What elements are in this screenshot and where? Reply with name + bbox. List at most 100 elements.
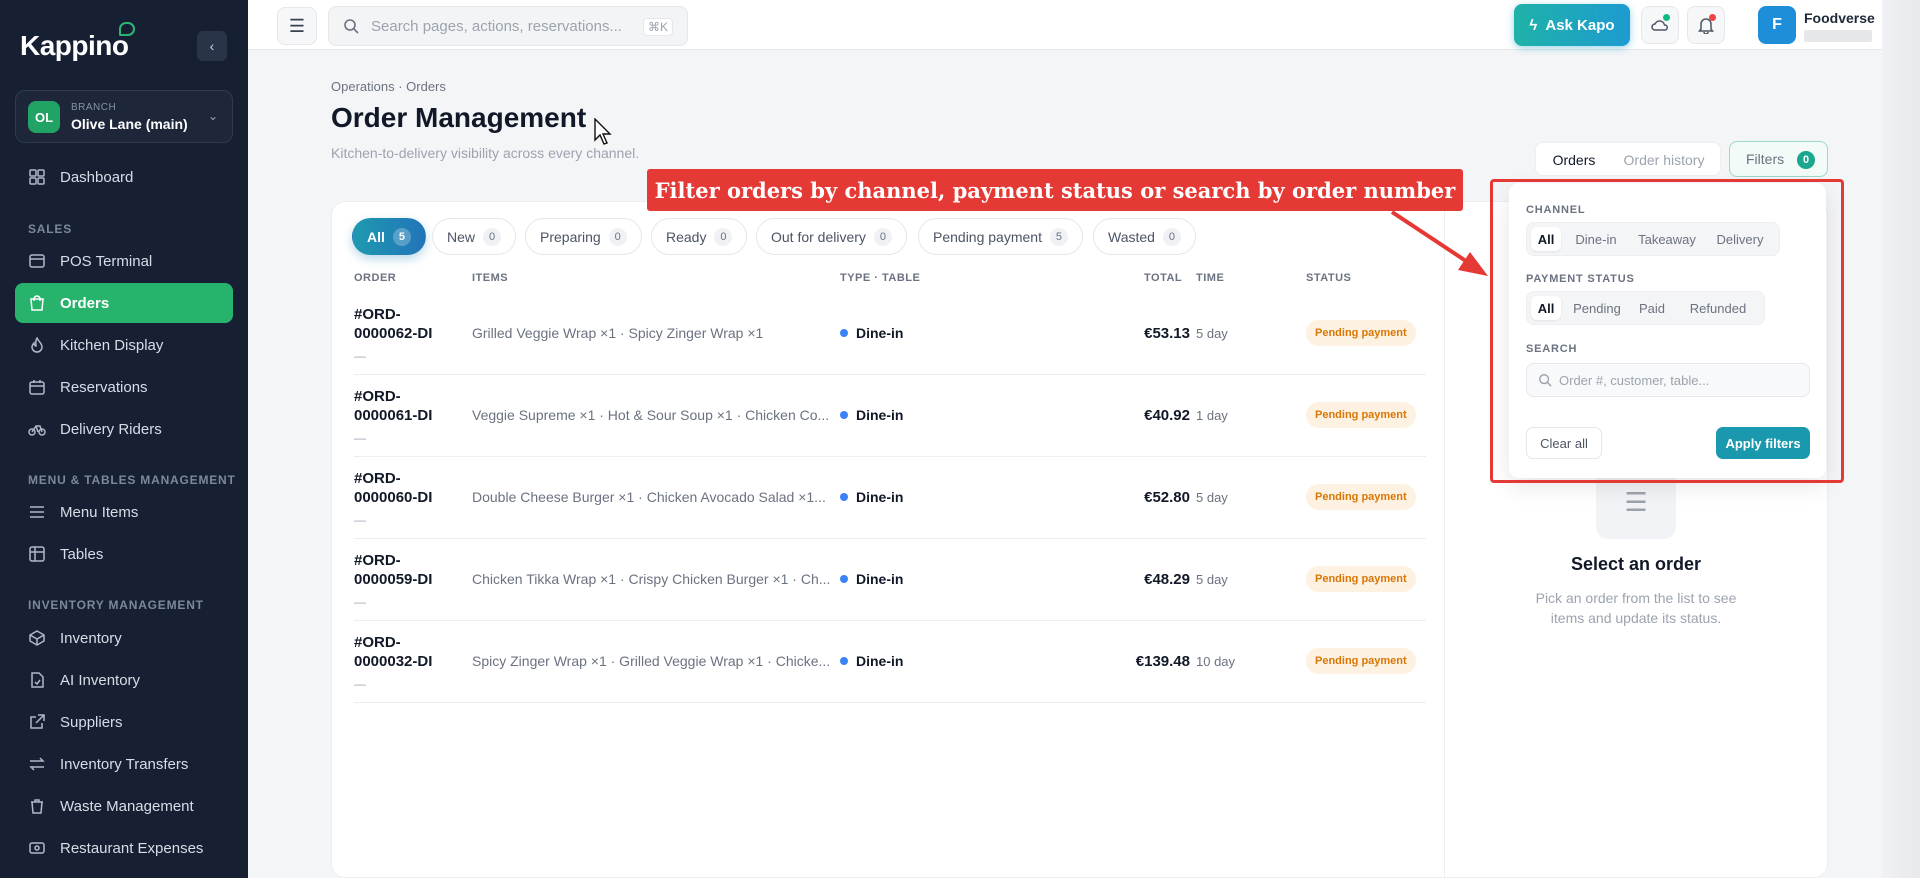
table-row[interactable]: #ORD-0000032-DI — Spicy Zinger Wrap ×1 ·… — [354, 621, 1426, 703]
sidebar-item-suppliers[interactable]: Suppliers — [15, 702, 233, 742]
sidebar-item-pos-terminal[interactable]: POS Terminal — [15, 241, 233, 281]
sidebar-item-inventory-transfers[interactable]: Inventory Transfers — [15, 744, 233, 784]
global-search[interactable]: Search pages, actions, reservations... ⌘… — [328, 6, 688, 46]
annotation-highlight-box — [1490, 179, 1844, 483]
status-badge: Pending payment — [1306, 402, 1416, 428]
tab-all[interactable]: All 5 — [352, 218, 426, 255]
sidebar-item-inventory[interactable]: Inventory — [15, 618, 233, 658]
filters-button[interactable]: Filters 0 — [1729, 141, 1828, 177]
status-button[interactable] — [1641, 6, 1679, 44]
ask-kapo-button[interactable]: ϟ Ask Kapo — [1514, 4, 1630, 46]
tab-pending-payment[interactable]: Pending payment 5 — [918, 218, 1083, 255]
sidebar-item-menu-items[interactable]: Menu Items — [15, 492, 233, 532]
tab-order-history[interactable]: Order history — [1614, 148, 1714, 172]
tab-label: All — [367, 228, 385, 245]
sidebar-item-label: Menu Items — [60, 503, 139, 521]
logo-text: Kappino — [20, 30, 129, 61]
order-time: 5 day — [1196, 326, 1228, 341]
sidebar-item-label: Delivery Riders — [60, 420, 162, 438]
tab-count: 5 — [392, 227, 411, 246]
order-number: #ORD-0000062-DI — [354, 306, 433, 342]
status-badge: Pending payment — [1306, 566, 1416, 592]
tab-preparing[interactable]: Preparing 0 — [525, 218, 642, 255]
table-row[interactable]: #ORD-0000061-DI — Veggie Supreme ×1 · Ho… — [354, 375, 1426, 457]
sidebar-item-ai-inventory[interactable]: AI Inventory — [15, 660, 233, 700]
table-icon — [28, 545, 46, 563]
sidebar-item-label: Kitchen Display — [60, 336, 164, 354]
tab-new[interactable]: New 0 — [432, 218, 517, 255]
branch-selector[interactable]: OL BRANCH Olive Lane (main) ⌄ — [15, 90, 233, 143]
notifications-button[interactable] — [1687, 6, 1725, 44]
type-label: Dine-in — [856, 325, 904, 341]
sidebar-item-label: Dashboard — [60, 168, 134, 186]
sidebar-item-restaurant-expenses[interactable]: Restaurant Expenses — [15, 828, 233, 868]
view-toggle: Orders Order history — [1535, 142, 1721, 176]
sidebar-item-kitchen-display[interactable]: Kitchen Display — [15, 325, 233, 365]
order-total: €52.80 — [1144, 489, 1190, 506]
transfer-icon — [28, 755, 46, 773]
tab-label: Wasted — [1108, 228, 1155, 245]
order-sub: — — [354, 349, 366, 363]
type-dot — [840, 411, 848, 419]
grid-icon — [28, 168, 46, 186]
menu-button[interactable]: ☰ — [277, 7, 317, 45]
order-type: Dine-in — [840, 653, 903, 669]
chevron-left-icon: ‹ — [209, 38, 215, 54]
shortcut-hint: ⌘K — [642, 18, 673, 36]
order-number: #ORD-0000032-DI — [354, 634, 433, 670]
right-edge-shade — [1882, 0, 1920, 878]
online-dot — [1663, 14, 1670, 21]
order-type: Dine-in — [840, 571, 903, 587]
status-badge: Pending payment — [1306, 320, 1416, 346]
order-type: Dine-in — [840, 489, 903, 505]
sidebar-item-dashboard[interactable]: Dashboard — [15, 157, 233, 197]
type-label: Dine-in — [856, 653, 904, 669]
sidebar-item-orders[interactable]: Orders — [15, 283, 233, 323]
sidebar-item-label: Tables — [60, 545, 104, 563]
tab-label: Pending payment — [933, 228, 1042, 245]
type-dot — [840, 657, 848, 665]
ask-kapo-label: Ask Kapo — [1545, 16, 1615, 34]
file-icon — [28, 671, 46, 689]
sidebar-item-label: Reservations — [60, 378, 148, 396]
external-link-icon — [28, 713, 46, 731]
tab-label: Preparing — [540, 228, 601, 245]
leaf-icon — [118, 22, 135, 36]
type-dot — [840, 493, 848, 501]
sidebar-item-delivery-riders[interactable]: Delivery Riders — [15, 409, 233, 449]
page-subtitle: Kitchen-to-delivery visibility across ev… — [331, 145, 640, 161]
tab-out-for-delivery[interactable]: Out for delivery 0 — [756, 218, 907, 255]
table-row[interactable]: #ORD-0000059-DI — Chicken Tikka Wrap ×1 … — [354, 539, 1426, 621]
search-placeholder: Search pages, actions, reservations... — [371, 17, 622, 35]
box-icon — [28, 629, 46, 647]
sidebar-item-label: AI Inventory — [60, 671, 141, 689]
sidebar-item-waste-management[interactable]: Waste Management — [15, 786, 233, 826]
tab-wasted[interactable]: Wasted 0 — [1093, 218, 1196, 255]
sidebar-item-tables[interactable]: Tables — [15, 534, 233, 574]
tab-orders[interactable]: Orders — [1542, 148, 1606, 172]
section-sales: SALES — [28, 222, 73, 236]
card-icon — [28, 252, 46, 270]
sidebar-item-label: Waste Management — [60, 797, 194, 815]
list-icon — [28, 503, 46, 521]
app-logo[interactable]: Kappino — [20, 22, 135, 62]
order-items: Veggie Supreme ×1 · Hot & Sour Soup ×1 ·… — [472, 407, 830, 423]
sidebar-item-reservations[interactable]: Reservations — [15, 367, 233, 407]
collapse-sidebar-button[interactable]: ‹ — [197, 31, 227, 61]
order-number: #ORD-0000059-DI — [354, 552, 433, 588]
type-label: Dine-in — [856, 489, 904, 505]
order-items: Grilled Veggie Wrap ×1 · Spicy Zinger Wr… — [472, 325, 764, 341]
sidebar-item-label: Restaurant Expenses — [60, 839, 204, 857]
order-total: €53.13 — [1144, 325, 1190, 342]
order-sub: — — [354, 513, 366, 527]
order-sub: — — [354, 431, 366, 445]
table-row[interactable]: #ORD-0000060-DI — Double Cheese Burger ×… — [354, 457, 1426, 539]
user-menu[interactable]: F Foodverse — [1758, 4, 1878, 46]
sidebar-item-label: POS Terminal — [60, 252, 153, 270]
col-header-total: TOTAL — [1144, 272, 1183, 284]
table-row[interactable]: #ORD-0000062-DI — Grilled Veggie Wrap ×1… — [354, 293, 1426, 375]
tab-ready[interactable]: Ready 0 — [651, 218, 748, 255]
sidebar-item-label: Orders — [60, 294, 110, 312]
col-header-time: TIME — [1196, 272, 1225, 284]
annotation-label: Filter orders by channel, payment status… — [647, 169, 1463, 211]
